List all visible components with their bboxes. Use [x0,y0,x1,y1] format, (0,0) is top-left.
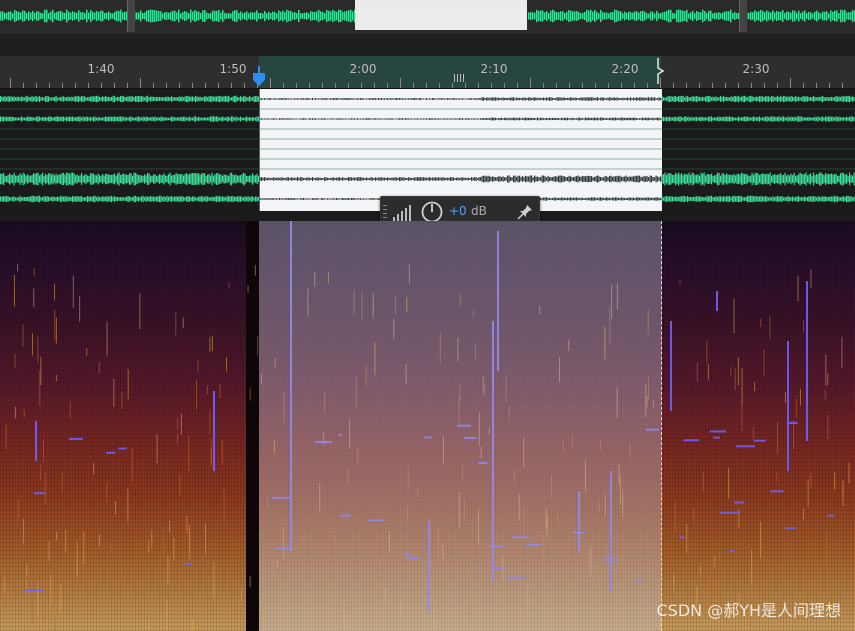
time-ruler[interactable]: 1:40 1:50 2:00 2:10 2:20 2:30 [0,56,855,89]
drag-grip-icon[interactable] [383,205,387,219]
toolbar-gap [0,34,855,56]
power-knob-icon[interactable] [421,201,443,223]
overview-left-handle[interactable] [127,0,135,32]
overview-viewport-window[interactable] [355,0,527,30]
tick-label: 2:20 [611,62,639,76]
overview-bar[interactable] [0,0,855,34]
tick-label: 2:30 [742,62,770,76]
tick-label: 1:40 [87,62,115,76]
overview-right-handle[interactable] [739,0,747,32]
grip-icon[interactable] [454,74,464,82]
playhead-marker-icon[interactable] [252,66,266,86]
gain-value[interactable]: +0 [449,204,467,218]
spectral-display[interactable] [0,221,855,631]
gain-unit: dB [471,204,487,218]
tick-label: 1:50 [219,62,247,76]
tick-label: 2:10 [480,62,508,76]
watermark: CSDN @郝YH是人间理想 [656,601,841,620]
selection-end-bracket-icon[interactable] [657,58,665,84]
pin-icon[interactable] [517,204,533,220]
waveform-channels [0,95,855,203]
level-meter-icon [393,205,411,221]
waveform-panel[interactable] [0,89,855,211]
spectral-selection[interactable] [259,221,662,631]
ruler-selection-range[interactable] [259,56,661,88]
tick-label: 2:00 [349,62,377,76]
